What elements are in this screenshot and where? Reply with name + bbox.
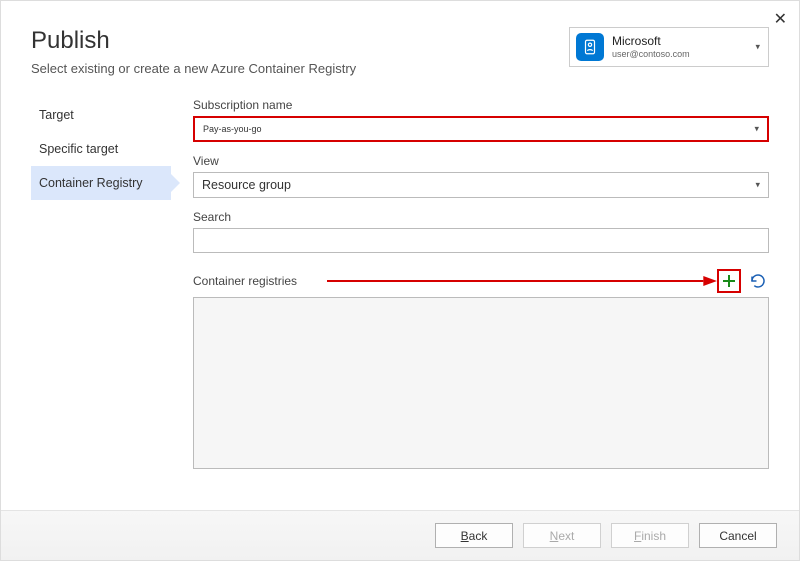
dialog-header: Publish Select existing or create a new … [1, 1, 799, 76]
dialog-body: Target Specific target Container Registr… [1, 76, 799, 469]
annotation-arrow [297, 271, 717, 291]
search-label: Search [193, 210, 769, 224]
plus-icon [722, 274, 736, 288]
account-selector[interactable]: Microsoft user@contoso.com ▾ [569, 27, 769, 67]
form-area: Subscription name Pay-as-you-go ▾ View R… [171, 94, 769, 469]
wizard-sidebar: Target Specific target Container Registr… [31, 94, 171, 469]
sidebar-item-target[interactable]: Target [31, 98, 171, 132]
sidebar-item-container-registry[interactable]: Container Registry [31, 166, 171, 200]
search-input[interactable] [193, 228, 769, 253]
subscription-label: Subscription name [193, 98, 769, 112]
dialog-footer: Back Next Finish Cancel [1, 510, 799, 560]
account-email: user@contoso.com [612, 49, 690, 59]
refresh-icon [749, 272, 767, 290]
chevron-down-icon: ▾ [755, 42, 760, 53]
sidebar-item-specific-target[interactable]: Specific target [31, 132, 171, 166]
view-value: Resource group [202, 178, 291, 192]
add-registry-button[interactable] [717, 269, 741, 293]
chevron-down-icon: ▾ [754, 124, 759, 135]
view-label: View [193, 154, 769, 168]
back-button[interactable]: Back [435, 523, 513, 548]
cancel-button[interactable]: Cancel [699, 523, 777, 548]
registries-list[interactable] [193, 297, 769, 469]
subscription-value: Pay-as-you-go [203, 124, 262, 134]
view-dropdown[interactable]: Resource group ▾ [193, 172, 769, 198]
sidebar-item-label: Specific target [39, 142, 118, 156]
account-name: Microsoft [612, 35, 690, 49]
chevron-down-icon: ▾ [755, 180, 760, 191]
sidebar-item-label: Container Registry [39, 176, 143, 190]
page-title: Publish [31, 27, 569, 55]
finish-button: Finish [611, 523, 689, 548]
page-subtitle: Select existing or create a new Azure Co… [31, 61, 569, 76]
refresh-button[interactable] [747, 270, 769, 292]
account-badge-icon [576, 33, 604, 61]
publish-dialog: ✕ Publish Select existing or create a ne… [0, 0, 800, 561]
subscription-dropdown[interactable]: Pay-as-you-go ▾ [193, 116, 769, 142]
sidebar-item-label: Target [39, 108, 74, 122]
close-icon[interactable]: ✕ [774, 9, 787, 29]
registries-label: Container registries [193, 274, 297, 288]
next-button: Next [523, 523, 601, 548]
